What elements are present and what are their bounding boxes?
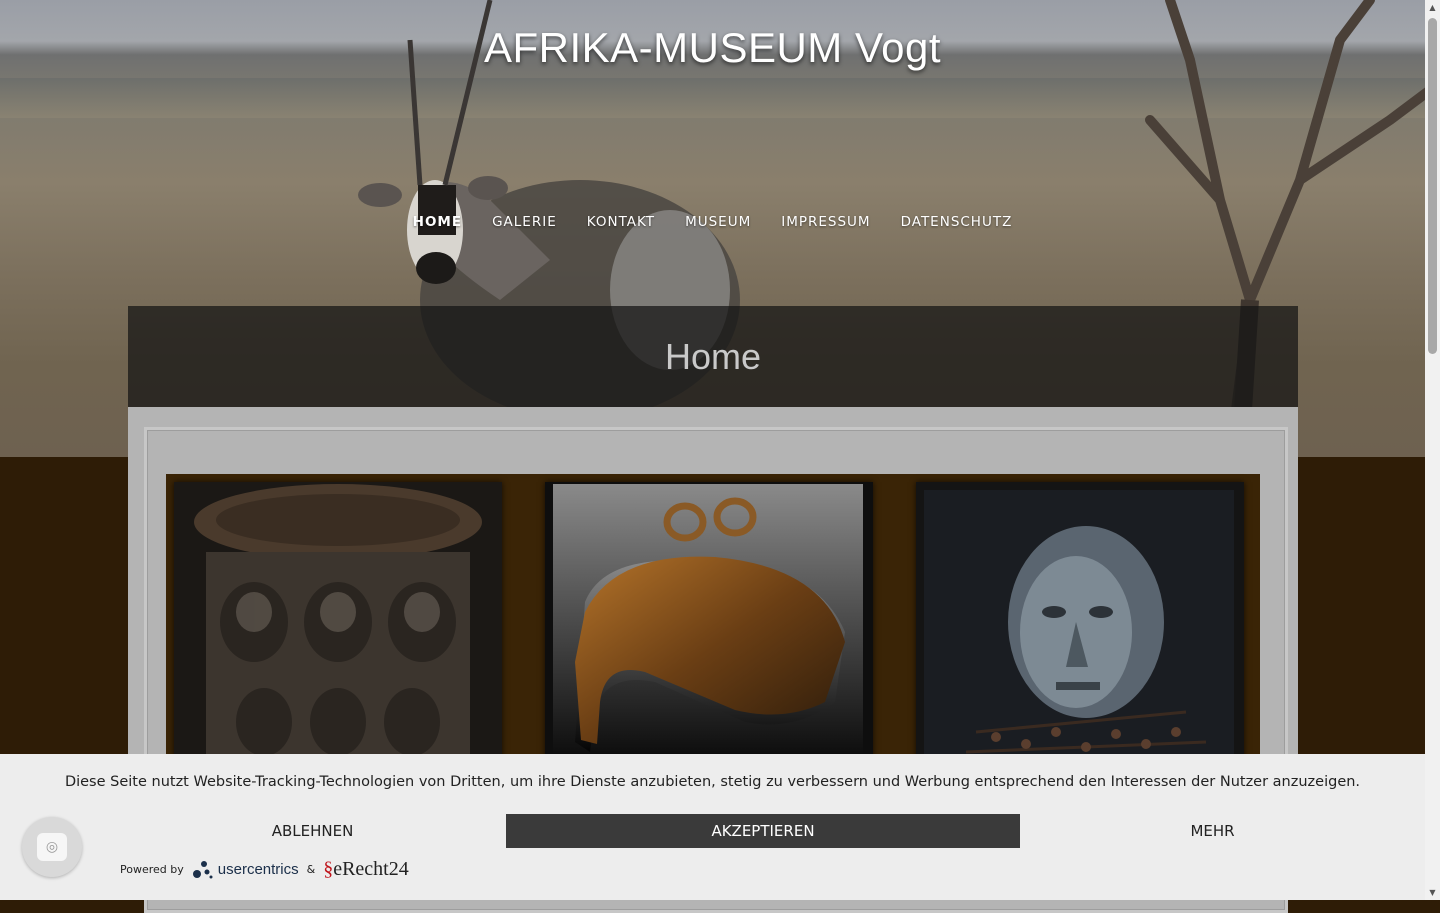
scroll-down-arrow-icon[interactable]: ▼ [1425, 885, 1440, 900]
nav-kontakt[interactable]: KONTAKT [572, 214, 670, 230]
accept-button[interactable]: AKZEPTIEREN [506, 814, 1020, 848]
gallery-item-stool[interactable] [174, 482, 502, 774]
nav-home[interactable]: HOME [398, 214, 477, 230]
powered-by-label: Powered by [120, 862, 184, 876]
nav-museum[interactable]: MUSEUM [670, 214, 766, 230]
carved-stool-image [174, 482, 502, 774]
erecht24-icon: § [323, 857, 334, 880]
ampersand: & [306, 862, 316, 876]
erecht24-logo[interactable]: §eRecht24 [323, 858, 409, 881]
gallery-item-figure[interactable] [916, 482, 1244, 774]
page-title: Home [664, 336, 762, 377]
nav-datenschutz[interactable]: DATENSCHUTZ [886, 214, 1028, 230]
consent-message: Diese Seite nutzt Website-Tracking-Techn… [64, 774, 1361, 790]
nail-figure-image [924, 490, 1234, 774]
main-nav: HOME GALERIE KONTAKT MUSEUM IMPRESSUM DA… [0, 214, 1425, 230]
scroll-up-arrow-icon[interactable]: ▲ [1425, 0, 1440, 15]
site-title[interactable]: AFRIKA-MUSEUM Vogt [0, 24, 1425, 72]
nav-galerie[interactable]: GALERIE [477, 214, 572, 230]
more-button[interactable]: MEHR [1020, 814, 1405, 848]
page-title-banner: Home [128, 306, 1298, 407]
usercentrics-icon [192, 861, 213, 879]
scrollbar[interactable]: ▲ ▼ [1425, 0, 1440, 900]
reject-button[interactable]: ABLEHNEN [120, 814, 505, 848]
powered-by: Powered by usercentrics & §eRecht24 [120, 858, 409, 880]
gallery-item-bracelet[interactable] [545, 482, 873, 774]
fingerprint-icon: ◎ [37, 833, 67, 861]
usercentrics-text: usercentrics [217, 860, 299, 878]
erecht24-text: eRecht24 [333, 857, 409, 880]
privacy-settings-button[interactable]: ◎ [22, 817, 82, 877]
scrollbar-thumb[interactable] [1428, 18, 1437, 354]
bronze-bracelet-image [553, 484, 863, 774]
usercentrics-logo[interactable]: usercentrics [192, 858, 299, 880]
cookie-consent-banner: Diese Seite nutzt Website-Tracking-Techn… [0, 754, 1425, 900]
gallery [166, 474, 1260, 774]
nav-impressum[interactable]: IMPRESSUM [766, 214, 885, 230]
